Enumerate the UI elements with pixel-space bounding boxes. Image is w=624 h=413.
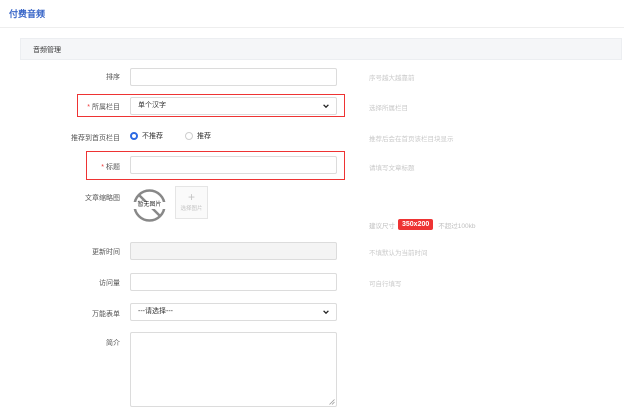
recommend-hint: 推荐后会在首页该栏目块显示 xyxy=(369,136,454,143)
size-badge: 350x200 xyxy=(398,219,434,230)
recommend-label: 推荐到首页栏目 xyxy=(71,135,120,142)
no-image-placeholder: 暂无图片 xyxy=(130,186,169,225)
sort-label: 排序 xyxy=(106,74,120,81)
resize-handle-icon[interactable] xyxy=(329,399,335,405)
section-title: 音频管理 xyxy=(33,47,61,54)
size-prefix: 建议尺寸 xyxy=(369,222,395,230)
title-input[interactable] xyxy=(130,156,337,174)
views-hint: 可自行填写 xyxy=(369,281,402,288)
column-label: * 所属栏目 xyxy=(87,104,120,111)
views-label: 访问量 xyxy=(99,280,120,287)
intro-textarea[interactable] xyxy=(130,332,337,407)
sort-hint: 序号越大越靠前 xyxy=(369,75,415,82)
radio-option-label: 不推荐 xyxy=(142,133,163,140)
form-select-value: ---请选择--- xyxy=(138,308,173,315)
select-image-label: 选择图片 xyxy=(180,206,203,212)
update-time-label: 更新时间 xyxy=(92,249,120,256)
plus-icon: + xyxy=(187,190,195,204)
radio-option-recommend[interactable]: 推荐 xyxy=(185,131,211,141)
column-hint: 选择所属栏目 xyxy=(369,105,408,112)
title-hint: 请填写文章标题 xyxy=(369,165,415,172)
recommend-radio-group: 不推荐 推荐 xyxy=(130,131,233,141)
form-label: 万能表单 xyxy=(92,311,120,318)
radio-checked-icon[interactable] xyxy=(130,132,138,140)
radio-option-no-recommend[interactable]: 不推荐 xyxy=(130,131,163,141)
update-time-hint: 不填默认为当前时间 xyxy=(369,250,428,257)
title-label: * 标题 xyxy=(101,164,120,171)
header-divider xyxy=(0,27,624,28)
radio-unchecked-icon[interactable] xyxy=(185,132,193,140)
size-recommendation: 建议尺寸 350x200 不超过100kb xyxy=(369,219,475,230)
chevron-down-icon xyxy=(323,104,329,109)
sort-input[interactable] xyxy=(130,68,337,86)
intro-label: 简介 xyxy=(106,340,120,347)
chevron-down-icon xyxy=(323,310,329,315)
column-select[interactable]: 单个汉字 xyxy=(130,97,337,115)
form-select[interactable]: ---请选择--- xyxy=(130,303,337,321)
no-image-text: 暂无图片 xyxy=(130,202,169,209)
size-suffix: 不超过100kb xyxy=(438,222,476,230)
radio-option-label: 推荐 xyxy=(197,133,211,140)
section-header: 音频管理 xyxy=(20,38,622,60)
page-title: 付费音频 xyxy=(9,9,46,19)
select-image-button[interactable]: + 选择图片 xyxy=(175,186,208,219)
views-input[interactable] xyxy=(130,273,337,291)
column-select-value: 单个汉字 xyxy=(138,102,166,109)
update-time-input[interactable] xyxy=(130,242,337,260)
thumbnail-label: 文章缩略图 xyxy=(85,195,120,202)
